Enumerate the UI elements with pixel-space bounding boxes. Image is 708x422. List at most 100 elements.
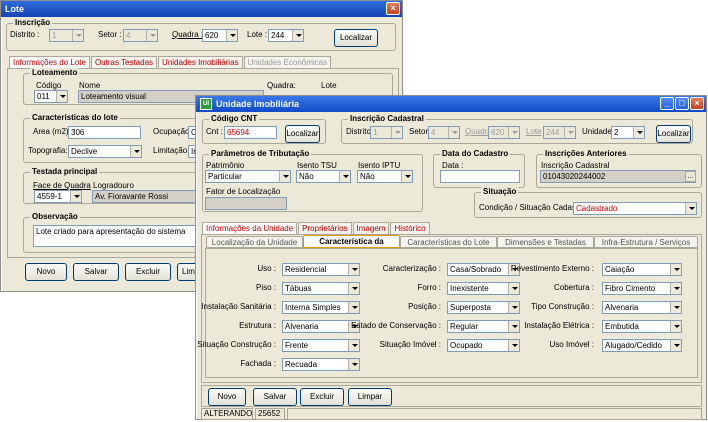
fator-localizacao-field[interactable]	[205, 197, 287, 210]
unidade-window: UI Unidade Imobiliária _ □ × Código CNT …	[195, 95, 707, 420]
group-title: Código CNT	[209, 114, 260, 123]
lote-select[interactable]: 244	[543, 126, 576, 139]
tab-unidades-imobiliarias[interactable]: Unidades Imobiliárias	[158, 56, 243, 68]
loteamento-codigo-select[interactable]: 011	[34, 90, 68, 103]
close-icon[interactable]: ×	[690, 97, 704, 110]
unidade-label: Unidade	[582, 127, 612, 136]
estrutura-select[interactable]: Alvenaria	[282, 320, 360, 333]
chevron-down-icon	[508, 340, 519, 351]
subtab-localizacao-unidade[interactable]: Localização da Unidade	[206, 236, 303, 248]
situacao-cadastral-select[interactable]: Cadastrado	[573, 202, 697, 215]
observacao-textarea[interactable]: Lote criado para apresentação do sistema	[33, 225, 198, 247]
quadra-select[interactable]: 620	[488, 126, 520, 139]
limpar-button[interactable]: Limpar	[348, 388, 392, 406]
cnt-field[interactable]: 65694	[224, 126, 277, 139]
inscricao-localizar-button[interactable]: Localizar	[656, 125, 691, 143]
unidade-select[interactable]: 2	[611, 126, 645, 139]
tipo-construcao-label: Tipo Construção :	[531, 302, 594, 311]
chevron-down-icon	[633, 127, 644, 138]
unidade-title: Unidade Imobiliária	[216, 99, 300, 109]
distrito-select[interactable]: 1	[370, 126, 403, 139]
fachada-select[interactable]: Recuada	[282, 358, 360, 371]
logradouro-field[interactable]: Av. Fioravante Rossi	[92, 190, 197, 203]
subtab-caracteristicas-lote[interactable]: Características do Lote	[400, 236, 497, 248]
setor-select[interactable]: 4	[123, 29, 158, 42]
excluir-button[interactable]: Excluir	[125, 263, 171, 281]
cobertura-select[interactable]: Fibro Cimento	[602, 282, 682, 295]
area-label: Area (m2) :	[33, 127, 74, 136]
data-cadastro-field[interactable]	[440, 170, 520, 183]
subtab-infra-estrutura[interactable]: Infra-Estrutura / Serviços	[594, 236, 698, 248]
maximize-icon[interactable]: □	[675, 97, 689, 110]
uso-imovel-select[interactable]: Alugado/Cedido	[602, 339, 682, 352]
chevron-down-icon	[348, 302, 359, 313]
uso-select[interactable]: Residencial	[282, 263, 360, 276]
instalacao-eletrica-label: Instalação Elétrica :	[524, 321, 594, 330]
caracterizacao-select[interactable]: Casa/Sobrado	[447, 263, 520, 276]
novo-button[interactable]: Novo	[208, 388, 246, 406]
distrito-select[interactable]: 1	[49, 29, 84, 42]
face-quadra-select[interactable]: 4559-1	[34, 190, 82, 203]
quadra-select[interactable]: 620	[202, 29, 238, 42]
group-title: Inscrição Cadastral	[348, 114, 426, 123]
subtab-dimensoes-testadas[interactable]: Dimensões e Testadas	[497, 236, 594, 248]
forro-select[interactable]: Inexistente	[447, 282, 520, 295]
lote-label: Lote	[321, 81, 337, 90]
estado-conservacao-label: Estado de Conservação :	[351, 321, 441, 330]
uso-label: Uso :	[257, 264, 276, 273]
chevron-down-icon	[348, 264, 359, 275]
tab-proprietarios[interactable]: Proprietários	[298, 222, 352, 234]
situacao-imovel-select[interactable]: Ocupado	[447, 339, 520, 352]
area-field[interactable]: 306	[68, 126, 141, 139]
tab-imagem[interactable]: Imagem	[352, 222, 390, 234]
localizar-button[interactable]: Localizar	[334, 29, 378, 47]
topografia-select[interactable]: Declive	[68, 145, 142, 158]
revestimento-externo-select[interactable]: Caiação	[602, 263, 682, 276]
tipo-construcao-select[interactable]: Alvenaria	[602, 301, 682, 314]
close-icon[interactable]: ×	[386, 2, 400, 15]
situacao-construcao-select[interactable]: Frente	[282, 339, 360, 352]
salvar-button[interactable]: Salvar	[253, 388, 297, 406]
chevron-down-icon	[292, 30, 303, 41]
subtab-caracteristica-edificacao[interactable]: Característica da Edificação	[303, 235, 400, 257]
estrutura-label: Estrutura :	[239, 321, 276, 330]
status-mode: ALTERANDO	[201, 408, 253, 420]
chevron-down-icon	[70, 191, 81, 202]
posicao-label: Posição :	[408, 302, 441, 311]
group-title: Loteamento	[30, 68, 80, 77]
inscricao-anterior-lookup-button[interactable]: ...	[685, 171, 696, 182]
piso-select[interactable]: Tábuas	[282, 282, 360, 295]
lote-label: Lote :	[247, 30, 268, 39]
cnt-localizar-button[interactable]: Localizar	[285, 125, 320, 143]
novo-button[interactable]: Novo	[25, 263, 67, 281]
estado-conservacao-select[interactable]: Regular	[447, 320, 520, 333]
limitacao-label: Limitação:	[153, 146, 190, 155]
posicao-select[interactable]: Superposta	[447, 301, 520, 314]
lote-title-bar[interactable]: Lote ×	[1, 1, 402, 17]
chevron-down-icon	[508, 302, 519, 313]
salvar-button[interactable]: Salvar	[73, 263, 119, 281]
minimize-icon[interactable]: _	[660, 97, 674, 110]
app-icon: UI	[200, 98, 212, 110]
patrimonio-select[interactable]: Particular	[205, 170, 291, 183]
isento-iptu-select[interactable]: Não	[357, 170, 413, 183]
group-title: Inscrições Anteriores	[543, 149, 629, 158]
tab-historico[interactable]: Histórico	[390, 222, 430, 234]
isento-tsu-select[interactable]: Não	[296, 170, 351, 183]
inscricao-anterior-field[interactable]: 01043020244002	[540, 170, 696, 183]
instalacao-eletrica-select[interactable]: Embutida	[602, 320, 682, 333]
chevron-down-icon	[670, 264, 681, 275]
lote-select[interactable]: 244	[268, 29, 304, 42]
chevron-down-icon	[448, 127, 459, 138]
chevron-down-icon	[72, 30, 83, 41]
chevron-down-icon	[508, 283, 519, 294]
topografia-label: Topografia:	[28, 146, 68, 155]
setor-select[interactable]: 4	[428, 126, 460, 139]
distrito-label: Distrito :	[10, 30, 40, 39]
tab-outras-testadas[interactable]: Outras Testadas	[90, 56, 158, 68]
group-title: Inscrição	[13, 18, 53, 27]
tab-unidades-economicas[interactable]: Unidades Econômicas	[243, 56, 332, 68]
unidade-title-bar[interactable]: UI Unidade Imobiliária _ □ ×	[196, 96, 706, 112]
instalacao-sanitaria-select[interactable]: Interna Simples	[282, 301, 360, 314]
excluir-button[interactable]: Excluir	[300, 388, 344, 406]
